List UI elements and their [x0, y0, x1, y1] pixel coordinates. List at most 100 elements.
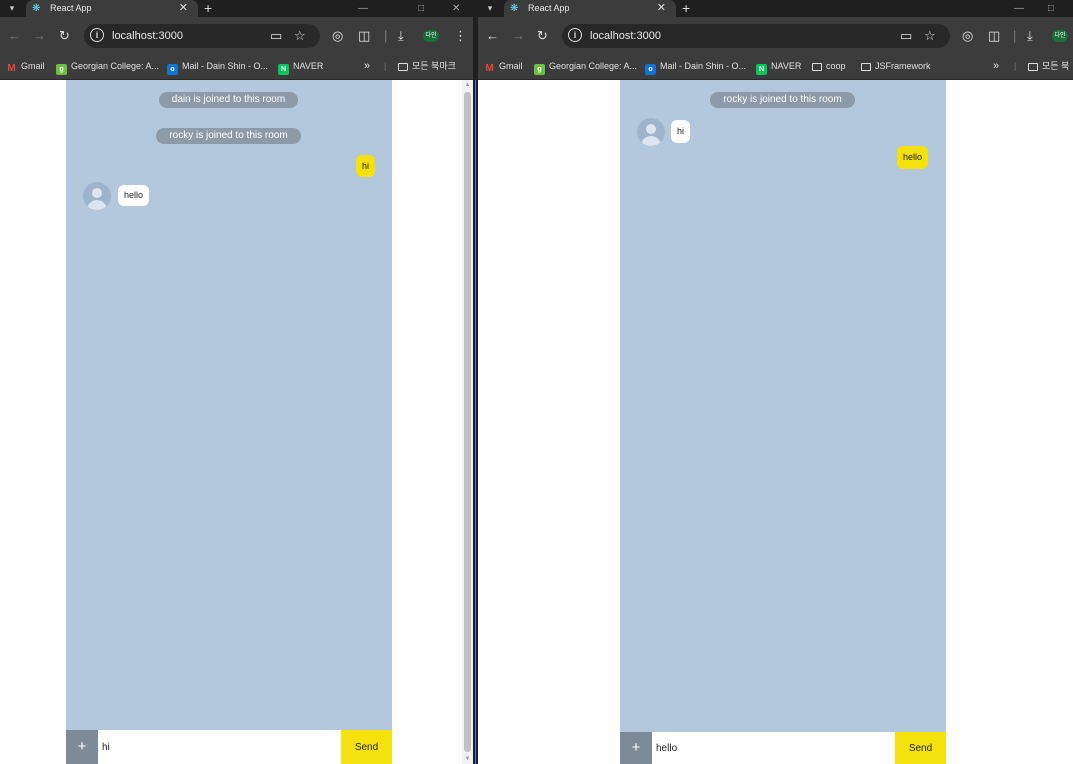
message-input-bar: + Send: [620, 732, 946, 764]
add-attachment-button[interactable]: +: [620, 732, 652, 764]
new-tab-icon[interactable]: +: [682, 0, 690, 16]
puzzle-icon[interactable]: ◫: [358, 17, 370, 55]
toolbar-separator: |: [1013, 28, 1017, 43]
system-message: dain is joined to this room: [159, 92, 298, 108]
message-input[interactable]: [98, 730, 341, 764]
system-message: rocky is joined to this room: [156, 128, 301, 144]
bookmark-coop[interactable]: coop: [812, 55, 846, 79]
tab-close-icon[interactable]: ✕: [179, 0, 188, 17]
default-user-avatar-icon: [83, 182, 111, 210]
puzzle-icon[interactable]: ◫: [988, 17, 1000, 55]
lightbulb-icon[interactable]: ◎: [332, 17, 343, 55]
reload-icon[interactable]: ↻: [537, 17, 548, 55]
tab-title: React App: [50, 3, 92, 13]
profile-avatar[interactable]: 다인: [1052, 30, 1068, 42]
bookmarks-separator: |: [384, 61, 387, 71]
tab-search-icon[interactable]: ▾: [4, 0, 20, 16]
their-message-bubble: hello: [118, 185, 149, 206]
outlook-icon: o: [645, 64, 656, 75]
star-icon[interactable]: ☆: [294, 24, 306, 48]
tab-search-icon[interactable]: ▾: [482, 0, 498, 16]
tab-react-app[interactable]: ❋ React App ✕: [26, 0, 198, 17]
minimize-icon[interactable]: —: [358, 0, 368, 17]
folder-icon: [398, 63, 408, 71]
cast-icon[interactable]: ▭: [900, 24, 912, 48]
bookmark-georgian[interactable]: g Georgian College: A...: [56, 55, 159, 79]
outlook-icon: o: [167, 64, 178, 75]
star-icon[interactable]: ☆: [924, 24, 936, 48]
page-scrollbar[interactable]: ▲ ▼: [462, 80, 473, 764]
left-browser-window: ▾ ❋ React App ✕ + — □ ✕ ← → ↻ i localhos…: [0, 0, 473, 764]
address-bar[interactable]: i localhost:3000 ▭ ☆: [562, 24, 950, 48]
scrollbar-thumb[interactable]: [464, 92, 471, 752]
scroll-up-icon[interactable]: ▲: [463, 80, 472, 90]
bookmarks-overflow-button[interactable]: »: [364, 55, 370, 79]
arrow-left-icon[interactable]: ←: [8, 17, 21, 55]
close-window-icon[interactable]: ✕: [452, 0, 460, 17]
add-attachment-button[interactable]: +: [66, 730, 98, 764]
react-icon: ❋: [510, 3, 519, 14]
react-icon: ❋: [32, 3, 41, 14]
bookmark-jsframework[interactable]: JSFramework: [861, 55, 931, 79]
my-message-bubble: hi: [356, 155, 375, 177]
gmail-icon: M: [485, 63, 494, 74]
profile-avatar[interactable]: 다인: [423, 30, 439, 42]
right-browser-window: ▾ ❋ React App ✕ + — □ ← → ↻ i localhost:…: [478, 0, 1073, 764]
minimize-icon[interactable]: —: [1014, 0, 1024, 17]
message-input[interactable]: [652, 732, 895, 764]
arrow-left-icon[interactable]: ←: [486, 17, 499, 55]
all-bookmarks[interactable]: 모든 북: [1028, 55, 1069, 79]
info-icon[interactable]: i: [90, 28, 104, 42]
system-message: rocky is joined to this room: [710, 92, 855, 108]
naver-icon: N: [278, 64, 289, 75]
tab-strip: ▾ ❋ React App ✕ + — □: [478, 0, 1073, 17]
bookmarks-bar: M Gmail g Georgian College: A... o Mail - D…: [478, 55, 1073, 80]
address-bar[interactable]: i localhost:3000 ▭ ☆: [84, 24, 320, 48]
maximize-icon[interactable]: □: [1048, 0, 1054, 17]
toolbar-separator: |: [384, 28, 388, 43]
bookmark-gmail[interactable]: M Gmail: [6, 55, 44, 79]
georgian-icon: g: [534, 64, 545, 75]
url-text: localhost:3000: [112, 30, 183, 42]
bookmark-naver[interactable]: N NAVER: [278, 55, 323, 79]
browser-toolbar: ← → ↻ i localhost:3000 ▭ ☆ ◎ ◫ | ⤓ 다인 ⋮: [0, 17, 473, 55]
arrow-right-icon[interactable]: →: [33, 17, 46, 55]
bookmark-gmail[interactable]: M Gmail: [484, 55, 522, 79]
folder-icon: [812, 63, 822, 71]
georgian-icon: g: [56, 64, 67, 75]
page-viewport: dain is joined to this room rocky is joi…: [0, 80, 473, 764]
bookmark-mail[interactable]: o Mail - Dain Shin - O...: [645, 55, 746, 79]
new-tab-icon[interactable]: +: [204, 0, 212, 16]
browser-toolbar: ← → ↻ i localhost:3000 ▭ ☆ ◎ ◫ | ⤓ 다인: [478, 17, 1073, 55]
all-bookmarks[interactable]: 모든 북마크: [398, 55, 456, 79]
bookmarks-overflow-button[interactable]: »: [993, 55, 999, 79]
chat-room: dain is joined to this room rocky is joi…: [66, 80, 392, 764]
cast-icon[interactable]: ▭: [270, 24, 282, 48]
naver-icon: N: [756, 64, 767, 75]
bookmark-georgian[interactable]: g Georgian College: A...: [534, 55, 637, 79]
lightbulb-icon[interactable]: ◎: [962, 17, 973, 55]
arrow-right-icon[interactable]: →: [512, 17, 525, 55]
page-viewport: rocky is joined to this room hi hello + …: [478, 80, 1073, 764]
folder-icon: [861, 63, 871, 71]
tab-strip: ▾ ❋ React App ✕ + — □ ✕: [0, 0, 473, 17]
bookmark-mail[interactable]: o Mail - Dain Shin - O...: [167, 55, 268, 79]
maximize-icon[interactable]: □: [418, 0, 424, 17]
menu-icon[interactable]: ⋮: [454, 17, 467, 55]
their-message-bubble: hi: [671, 120, 690, 143]
bookmark-naver[interactable]: N NAVER: [756, 55, 801, 79]
bookmarks-separator: |: [1014, 61, 1017, 71]
tab-close-icon[interactable]: ✕: [657, 0, 666, 17]
download-icon[interactable]: ⤓: [398, 17, 404, 55]
send-button[interactable]: Send: [895, 732, 946, 764]
tab-react-app[interactable]: ❋ React App ✕: [504, 0, 676, 17]
scroll-down-icon[interactable]: ▼: [463, 754, 472, 764]
info-icon[interactable]: i: [568, 28, 582, 42]
reload-icon[interactable]: ↻: [59, 17, 70, 55]
bookmarks-bar: M Gmail g Georgian College: A... o Mail - D…: [0, 55, 473, 80]
default-user-avatar-icon: [637, 118, 665, 146]
send-button[interactable]: Send: [341, 730, 392, 764]
download-icon[interactable]: ⤓: [1027, 17, 1033, 55]
url-text: localhost:3000: [590, 30, 661, 42]
message-input-bar: + Send: [66, 730, 392, 764]
